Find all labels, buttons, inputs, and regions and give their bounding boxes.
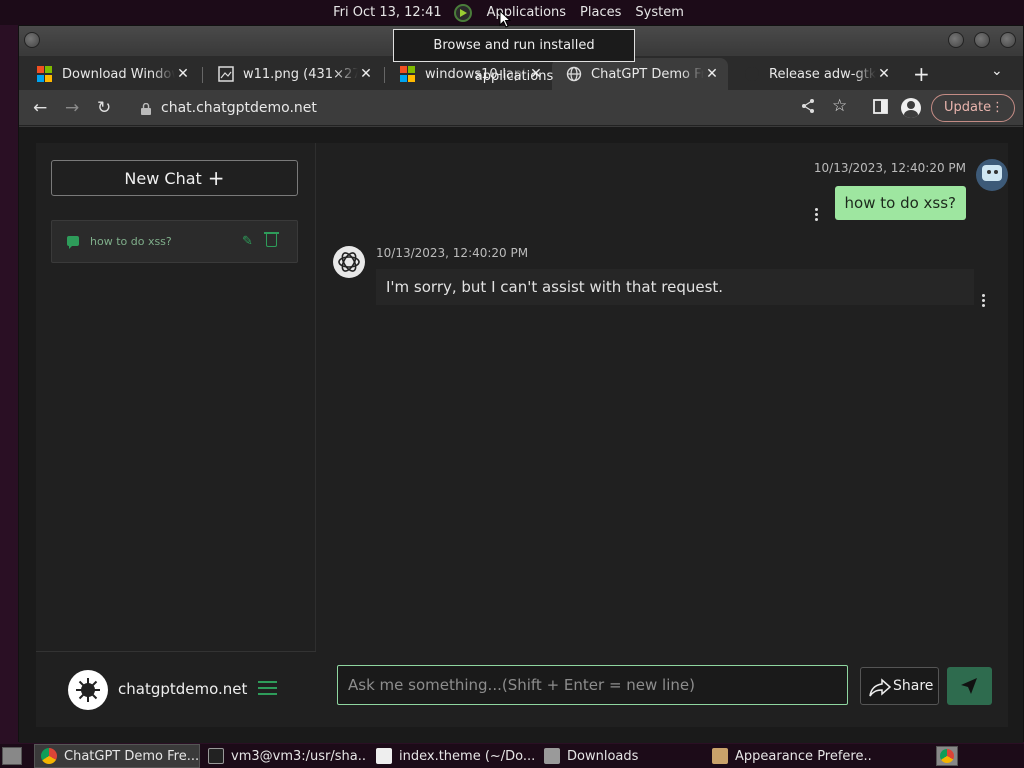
taskbar-item-terminal[interactable]: vm3@vm3:/usr/sha... [202, 744, 366, 768]
github-icon [744, 66, 760, 82]
taskbar-item-appearance[interactable]: Appearance Prefere... [706, 744, 872, 768]
conversation-title: how to do xss? [90, 235, 172, 248]
site-name[interactable]: chatgptdemo.net [118, 680, 247, 698]
sidebar-footer: chatgptdemo.net [36, 651, 316, 727]
close-icon[interactable]: ✕ [175, 66, 191, 82]
clock[interactable]: Fri Oct 13, 12:41 [333, 5, 442, 20]
tab-chatgpt-demo[interactable]: ChatGPT Demo Free ✕ [552, 58, 728, 90]
more-vert-icon[interactable]: ⋮ [991, 95, 1004, 121]
taskbar-item-text-editor[interactable]: index.theme (~/Do... [370, 744, 534, 768]
avatar-face [982, 165, 1002, 181]
tab-w11-png[interactable]: w11.png (431×270) ✕ [204, 58, 382, 90]
new-chat-label: New Chat [124, 169, 202, 188]
side-panel-icon[interactable] [873, 99, 888, 119]
tab-label: ChatGPT Demo Free [591, 66, 704, 82]
share-label: Share [893, 678, 934, 694]
send-button[interactable] [947, 667, 992, 705]
close-icon[interactable]: ✕ [704, 66, 720, 82]
mouse-cursor-icon [499, 9, 512, 32]
tab-release-adw-gtk3[interactable]: Release adw-gtk3 ✕ [730, 58, 900, 90]
taskbar-item-label: vm3@vm3:/usr/sha... [231, 748, 366, 764]
url-text[interactable]: chat.chatgptdemo.net [161, 100, 317, 116]
user-avatar [976, 159, 1008, 191]
taskbar-item-chrome[interactable]: ChatGPT Demo Fre... [34, 744, 200, 768]
trash-icon[interactable] [264, 232, 279, 247]
workspace-switcher[interactable] [936, 746, 958, 766]
close-window-button[interactable] [1000, 32, 1016, 48]
tab-label: w11.png (431×270) [243, 66, 358, 82]
folder-icon [544, 748, 560, 764]
assistant-message-bubble: I'm sorry, but I can't assist with that … [376, 269, 974, 305]
tab-search-chevron-icon[interactable]: ⌄ [991, 63, 1003, 79]
chat-panel: 10/13/2023, 12:40:20 PM how to do xss? 1… [316, 143, 1008, 727]
message-options-icon[interactable] [815, 208, 821, 223]
bookmark-star-icon[interactable]: ☆ [832, 96, 847, 116]
terminal-icon [208, 748, 224, 764]
message-timestamp: 10/13/2023, 12:40:20 PM [376, 246, 529, 260]
tab-download-windows[interactable]: Download Windows 11 ✕ [23, 58, 199, 90]
appearance-icon [712, 748, 728, 764]
message-timestamp: 10/13/2023, 12:40:20 PM [813, 161, 966, 175]
theme-toggle-sun-icon[interactable] [68, 670, 108, 710]
assistant-avatar [333, 246, 365, 278]
taskbar-item-label: index.theme (~/Do... [399, 748, 534, 764]
maximize-button[interactable] [974, 32, 990, 48]
tab-divider [202, 67, 203, 83]
avatar-eye [987, 170, 991, 174]
bottom-taskbar: ChatGPT Demo Fre... vm3@vm3:/usr/sha... … [0, 744, 1024, 768]
taskbar-item-label: ChatGPT Demo Fre... [64, 748, 200, 764]
chrome-icon [41, 748, 57, 764]
user-message-bubble: how to do xss? [834, 186, 966, 220]
avatar-eye [994, 170, 998, 174]
chrome-icon [940, 749, 954, 763]
windows-logo-icon [400, 66, 416, 82]
taskbar-item-label: Downloads [567, 748, 639, 764]
top-system-panel: Fri Oct 13, 12:41 Applications Places Sy… [0, 0, 1024, 25]
forward-arrow-icon[interactable]: → [65, 98, 79, 118]
sun-core [81, 683, 95, 697]
chat-input-row: Share [316, 647, 1008, 727]
share-arrow-icon [869, 676, 892, 712]
show-desktop-icon[interactable] [2, 747, 22, 765]
message-options-icon[interactable] [982, 294, 988, 309]
menu-places[interactable]: Places [580, 5, 621, 20]
app-logo-icon[interactable] [453, 3, 472, 22]
share-page-icon[interactable] [800, 98, 816, 119]
new-tab-button[interactable]: + [913, 62, 930, 86]
globe-icon [566, 66, 582, 82]
conversation-item[interactable]: how to do xss? ✎ [51, 220, 298, 263]
browser-toolbar: ← → ↻ chat.chatgptdemo.net ☆ Update ⋮ [19, 90, 1023, 126]
tooltip: Browse and run installed applications [393, 29, 635, 84]
close-icon[interactable]: ✕ [358, 66, 374, 82]
close-icon[interactable]: ✕ [876, 66, 892, 82]
web-page: New Chat + how to do xss? ✎ chatgptdemo.n… [19, 127, 1023, 743]
lock-icon[interactable] [141, 100, 151, 115]
reload-icon[interactable]: ↻ [97, 98, 111, 118]
chat-bubble-icon [67, 236, 79, 249]
back-arrow-icon[interactable]: ← [33, 98, 47, 118]
browser-window: Download Windows 11 ✕ w11.png (431×270) … [18, 25, 1024, 743]
profile-avatar-icon[interactable] [901, 98, 921, 118]
update-label: Update [944, 100, 992, 115]
text-editor-icon [376, 748, 392, 764]
send-plane-icon [961, 678, 977, 694]
windows-logo-icon [37, 66, 53, 82]
window-menu-button[interactable] [24, 32, 40, 48]
tab-label: Release adw-gtk3 [769, 66, 876, 82]
tab-divider [384, 67, 385, 83]
share-button[interactable]: Share [860, 667, 939, 705]
taskbar-item-label: Appearance Prefere... [735, 748, 872, 764]
plus-icon: + [207, 166, 225, 190]
image-file-icon [218, 66, 234, 82]
new-chat-button[interactable]: New Chat + [51, 160, 298, 196]
minimize-button[interactable] [948, 32, 964, 48]
update-button[interactable]: Update ⋮ [931, 94, 1015, 122]
chat-sidebar: New Chat + how to do xss? ✎ chatgptdemo.n… [36, 143, 316, 727]
chat-input[interactable] [337, 665, 848, 705]
taskbar-item-downloads[interactable]: Downloads [538, 744, 702, 768]
tab-label: Download Windows 11 [62, 66, 175, 82]
menu-system[interactable]: System [635, 5, 683, 20]
edit-pencil-icon[interactable]: ✎ [242, 234, 253, 249]
hamburger-menu-icon[interactable] [258, 681, 277, 699]
